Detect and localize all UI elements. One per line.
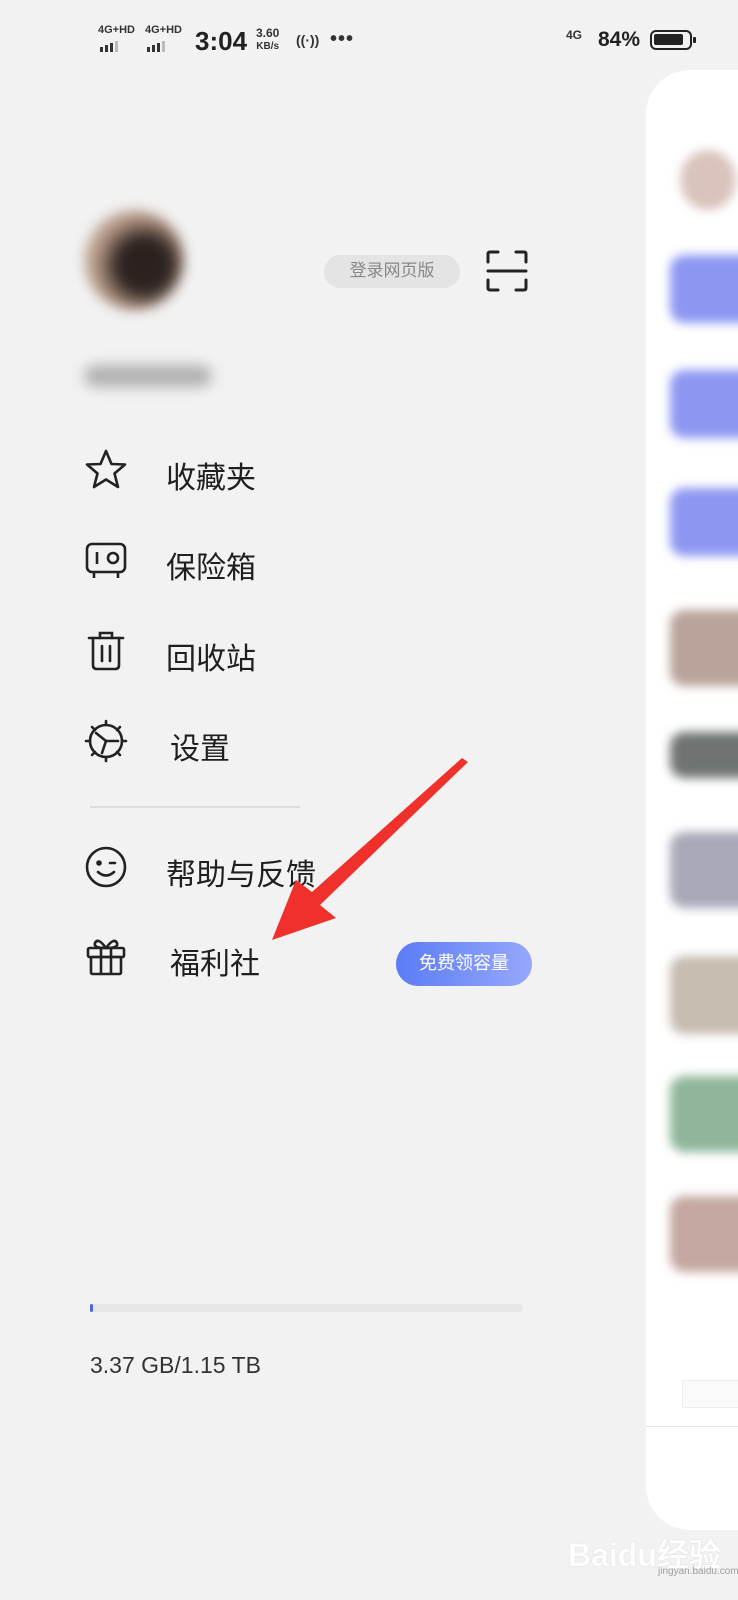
network-speed: 3.60 KB/s <box>256 27 279 53</box>
username[interactable] <box>84 365 212 387</box>
signal-bars-icon <box>100 40 120 52</box>
baidu-watermark-logo: Baidu经验 jingyan.baidu.com <box>568 1530 738 1577</box>
gear-icon <box>84 719 128 763</box>
storage-usage-fill <box>90 1304 93 1312</box>
avatar[interactable] <box>84 210 184 310</box>
battery-level-fill <box>654 34 683 45</box>
storage-usage-bar <box>90 1304 523 1312</box>
storage-usage-text[interactable]: 3.37 GB/1.15 TB <box>90 1352 261 1379</box>
menu-item-settings[interactable]: 设置 <box>84 710 624 770</box>
status-bar: 4G+HD 4G+HD 3:04 3.60 KB/s ((·)) ••• 4G … <box>0 0 738 84</box>
menu-label-recycle-bin: 回收站 <box>166 642 256 677</box>
watermark-site: jingyan.baidu.com <box>658 1566 738 1577</box>
preview-photo-thumb <box>670 732 738 778</box>
preview-folder-thumb <box>670 370 738 438</box>
menu-item-recycle-bin[interactable]: 回收站 <box>84 620 624 680</box>
hotspot-icon: ((·)) <box>296 32 320 48</box>
menu-item-welfare[interactable]: 福利社 <box>84 925 624 985</box>
battery-icon <box>650 30 696 50</box>
menu-divider <box>90 806 300 808</box>
signal-indicator-1: 4G+HD <box>98 24 135 52</box>
preview-avatar <box>680 150 736 210</box>
network-type: 4G <box>566 28 583 42</box>
signal-label-1: 4G+HD <box>98 24 135 36</box>
signal-label-2: 4G+HD <box>145 24 182 36</box>
clock: 3:04 <box>195 26 248 56</box>
scan-icon[interactable] <box>486 250 528 292</box>
preview-divider <box>646 1426 738 1427</box>
menu-item-safe-box[interactable]: 保险箱 <box>84 529 624 589</box>
menu-label-settings: 设置 <box>170 732 230 767</box>
preview-photo-thumb <box>670 956 738 1034</box>
preview-folder-thumb <box>670 488 738 556</box>
menu-item-help-feedback[interactable]: 帮助与反馈 <box>84 836 624 896</box>
more-notifications-icon: ••• <box>330 28 355 50</box>
preview-photo-thumb <box>670 1196 738 1272</box>
menu-label-help-feedback: 帮助与反馈 <box>166 858 316 893</box>
preview-photo-thumb <box>670 832 738 908</box>
signal-indicator-2: 4G+HD <box>145 24 182 52</box>
safe-box-icon <box>85 542 127 578</box>
preview-photo-thumb <box>670 610 738 686</box>
preview-folder-thumb <box>670 255 738 323</box>
preview-bottom-bar <box>682 1380 738 1408</box>
menu-label-safe-box: 保险箱 <box>166 551 256 586</box>
login-web-button[interactable]: 登录网页版 <box>324 255 460 288</box>
speed-unit: KB/s <box>256 41 280 52</box>
smiley-icon <box>85 846 127 888</box>
preview-photo-thumb <box>670 1076 738 1152</box>
gift-icon <box>86 939 126 976</box>
menu-label-welfare: 福利社 <box>170 947 260 982</box>
speed-value: 3.60 <box>256 26 280 40</box>
menu-label-favorites: 收藏夹 <box>166 461 256 496</box>
free-capacity-badge[interactable]: 免费领容量 <box>396 942 532 986</box>
menu-item-favorites[interactable]: 收藏夹 <box>84 439 624 499</box>
main-content-preview[interactable] <box>646 70 738 1530</box>
star-icon <box>85 449 127 489</box>
battery-percent: 84% <box>598 28 641 51</box>
battery-tip <box>693 37 696 43</box>
signal-bars-icon <box>147 40 167 52</box>
trash-icon <box>87 631 125 671</box>
